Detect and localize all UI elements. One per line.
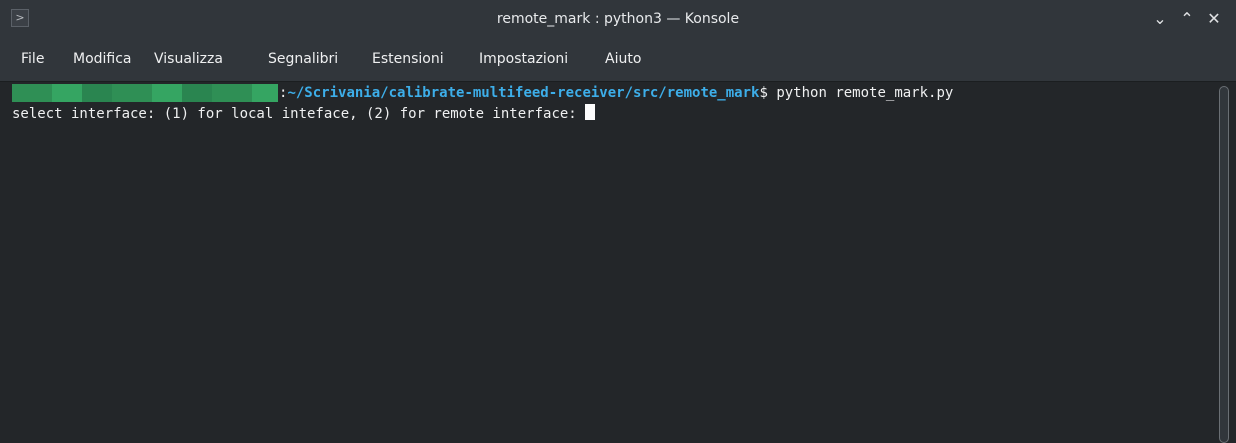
command-text: python remote_mark.py [767, 85, 954, 101]
minimize-icon[interactable]: ⌄ [1150, 9, 1170, 29]
terminal-area[interactable]: :~/Scrivania/calibrate-multifeed-receive… [0, 82, 1212, 443]
menu-visualizza[interactable]: Visualizza [154, 39, 223, 79]
menu-estensioni[interactable]: Estensioni [372, 39, 444, 79]
text-cursor [585, 104, 596, 120]
close-icon[interactable]: ✕ [1204, 9, 1224, 29]
redacted-user-host [12, 84, 278, 102]
konsole-window: > remote_mark : python3 — Konsole ⌄ ⌃ ✕ … [0, 0, 1236, 443]
prompt-path: ~/Scrivania/calibrate-multifeed-receiver… [287, 85, 760, 101]
menu-impostazioni[interactable]: Impostazioni [479, 39, 568, 79]
window-title: remote_mark : python3 — Konsole [496, 11, 740, 27]
output-text: select interface: (1) for local inteface… [12, 106, 586, 122]
maximize-icon[interactable]: ⌃ [1177, 9, 1197, 29]
menu-file[interactable]: File [21, 39, 44, 79]
menu-modifica[interactable]: Modifica [73, 39, 132, 79]
output-line: select interface: (1) for local inteface… [12, 103, 596, 125]
prompt-line: :~/Scrivania/calibrate-multifeed-receive… [279, 82, 953, 104]
scrollbar-thumb[interactable] [1219, 86, 1229, 443]
prompt-dollar: $ [759, 85, 768, 101]
menu-bar: File Modifica Visualizza Segnalibri Este… [0, 39, 1236, 82]
menu-segnalibri[interactable]: Segnalibri [268, 39, 338, 79]
title-bar[interactable]: > remote_mark : python3 — Konsole ⌄ ⌃ ✕ [0, 0, 1236, 39]
menu-aiuto[interactable]: Aiuto [605, 39, 641, 79]
